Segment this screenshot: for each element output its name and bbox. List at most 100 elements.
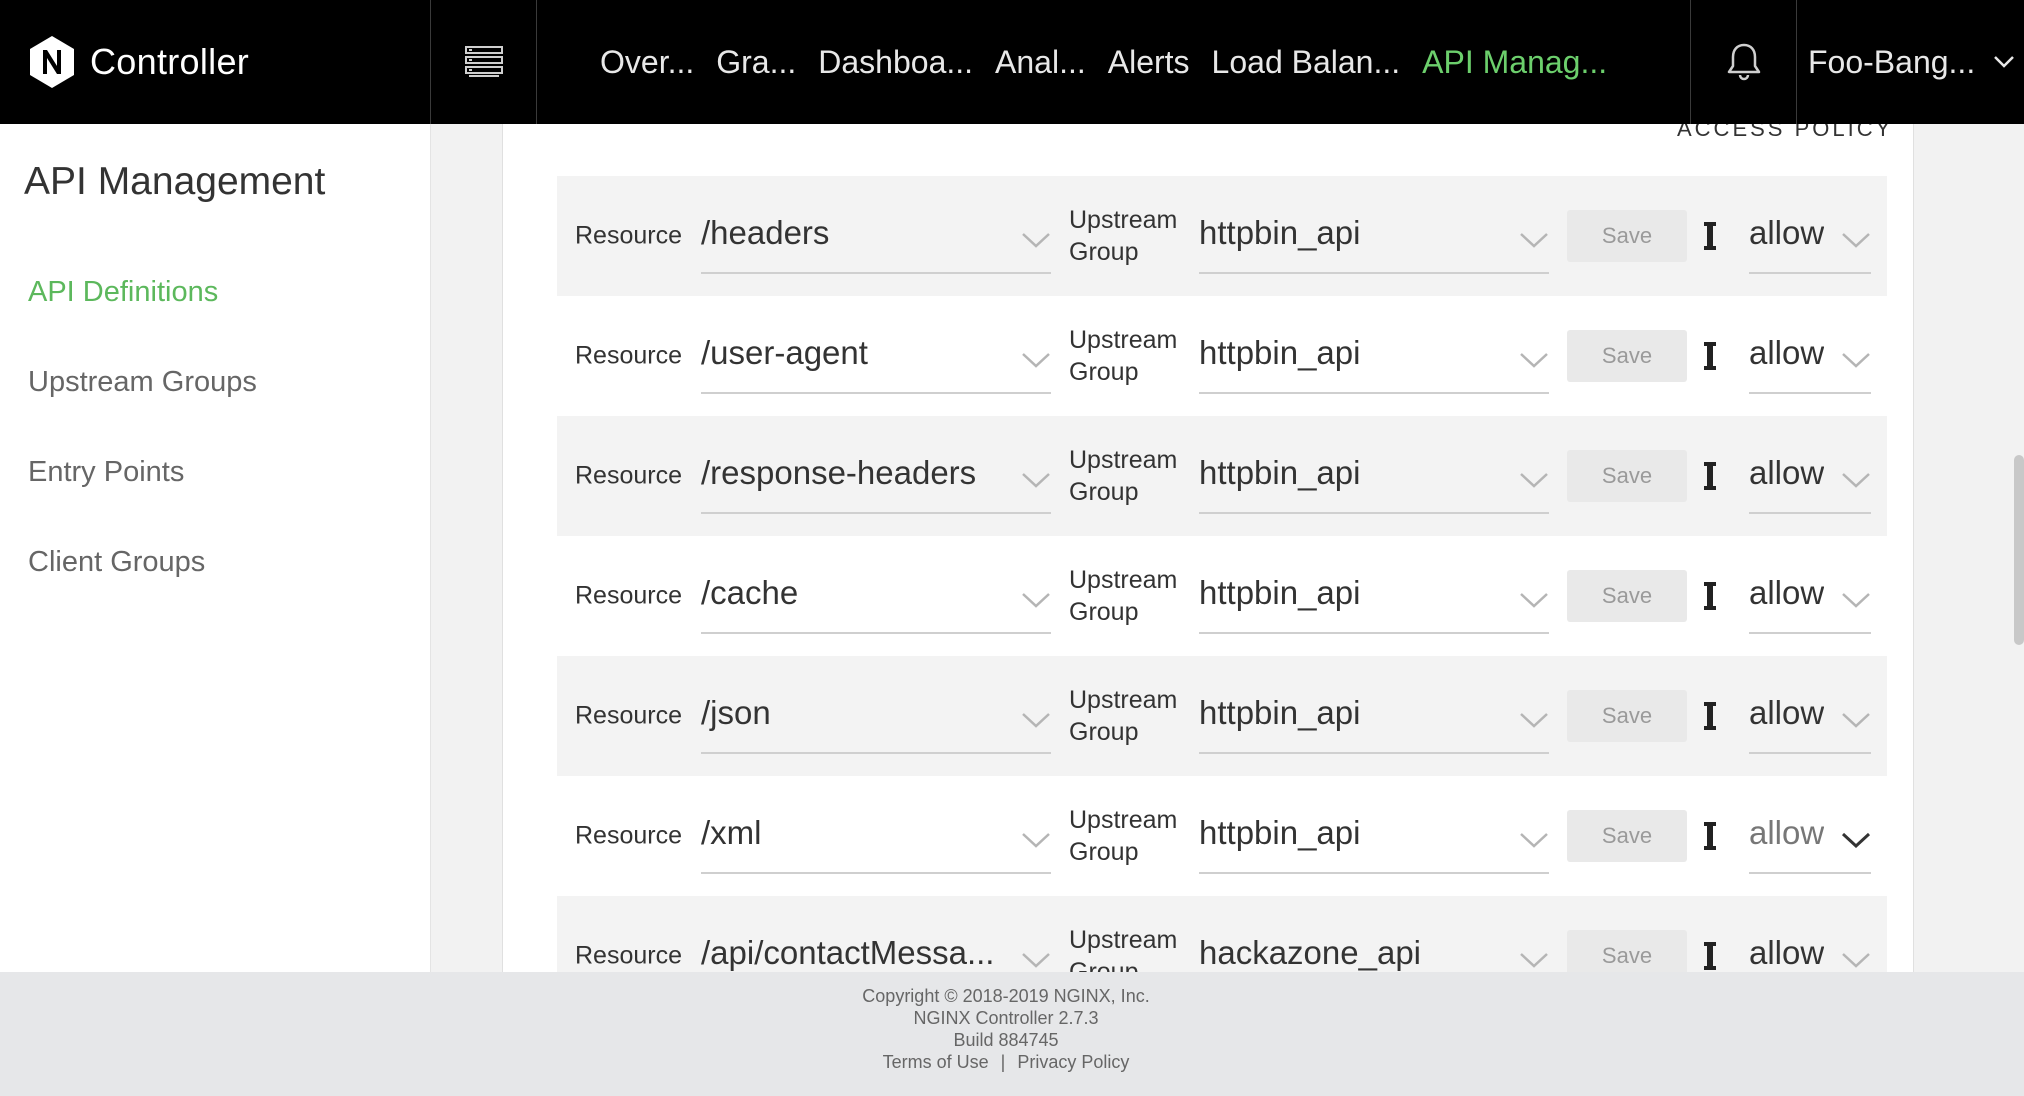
resource-value: /headers xyxy=(701,214,830,251)
route-row: Resource /headers Upstream Group httpbin_… xyxy=(557,176,1887,296)
upstream-group-select[interactable]: httpbin_api xyxy=(1199,558,1549,634)
resource-value: /json xyxy=(701,694,771,731)
nav-api-management[interactable]: API Manag... xyxy=(1422,44,1607,81)
save-button[interactable]: Save xyxy=(1567,570,1687,622)
nav-graphs[interactable]: Gra... xyxy=(716,44,796,81)
sidebar-item-upstream-groups[interactable]: Upstream Groups xyxy=(28,366,257,399)
access-policy-value: allow xyxy=(1749,934,1825,971)
resource-label: Resource xyxy=(575,701,682,730)
version-text: NGINX Controller 2.7.3 xyxy=(913,1008,1099,1028)
sidebar-item-client-groups[interactable]: Client Groups xyxy=(28,546,205,579)
drag-handle-icon[interactable] xyxy=(1703,940,1717,972)
resource-select[interactable]: /api/contactMessa... xyxy=(701,918,1051,972)
footer-separator: | xyxy=(1000,1052,1006,1072)
account-menu[interactable]: Foo-Bang... xyxy=(1808,0,2015,124)
brand-name: Controller xyxy=(90,41,250,82)
bell-icon xyxy=(1727,43,1760,81)
save-button[interactable]: Save xyxy=(1567,930,1687,972)
privacy-policy-link[interactable]: Privacy Policy xyxy=(1017,1052,1129,1072)
resource-label: Resource xyxy=(575,221,682,250)
access-policy-select[interactable]: allow xyxy=(1749,798,1871,874)
copyright-text: Copyright © 2018-2019 NGINX, Inc. xyxy=(862,986,1150,1006)
access-policy-value: allow xyxy=(1749,214,1825,251)
nav-overview[interactable]: Over... xyxy=(600,44,694,81)
nav-dashboards[interactable]: Dashboa... xyxy=(818,44,973,81)
route-row: Resource /api/contactMessa... Upstream Gr… xyxy=(557,896,1887,972)
upstream-group-select[interactable]: httpbin_api xyxy=(1199,318,1549,394)
access-policy-select[interactable]: allow xyxy=(1749,438,1871,514)
resource-label: Resource xyxy=(575,941,682,970)
access-policy-select[interactable]: allow xyxy=(1749,318,1871,394)
save-button[interactable]: Save xyxy=(1567,450,1687,502)
chevron-down-icon xyxy=(1842,473,1870,488)
scrollbar[interactable] xyxy=(2014,455,2024,645)
upstream-group-select[interactable]: httpbin_api xyxy=(1199,678,1549,754)
save-button[interactable]: Save xyxy=(1567,690,1687,742)
access-policy-value: allow xyxy=(1749,574,1825,611)
access-policy-value: allow xyxy=(1749,694,1825,731)
drag-handle-icon[interactable] xyxy=(1703,580,1717,612)
route-row: Resource /user-agent Upstream Group httpb… xyxy=(557,296,1887,416)
upstream-group-label: Upstream Group xyxy=(1069,566,1178,626)
resource-select[interactable]: /json xyxy=(701,678,1051,754)
resource-label: Resource xyxy=(575,461,682,490)
footer-links: Terms of Use | Privacy Policy xyxy=(0,1052,2012,1073)
upstream-group-label: Upstream Group xyxy=(1069,926,1178,972)
drag-handle-icon[interactable] xyxy=(1703,820,1717,852)
drag-handle-icon[interactable] xyxy=(1703,340,1717,372)
chevron-down-icon xyxy=(1520,833,1548,848)
resource-select[interactable]: /user-agent xyxy=(701,318,1051,394)
chevron-down-icon xyxy=(1841,832,1871,848)
chevron-down-icon xyxy=(1520,353,1548,368)
chevron-down-icon xyxy=(1022,353,1050,368)
upstream-group-select[interactable]: httpbin_api xyxy=(1199,438,1549,514)
nav-alerts[interactable]: Alerts xyxy=(1108,44,1190,81)
access-policy-select[interactable]: allow xyxy=(1749,918,1871,972)
sidebar-item-entry-points[interactable]: Entry Points xyxy=(28,456,184,489)
access-policy-select[interactable]: allow xyxy=(1749,198,1871,274)
chevron-down-icon xyxy=(1022,953,1050,968)
route-row: Resource /cache Upstream Group httpbin_ap… xyxy=(557,536,1887,656)
brand[interactable]: Controller xyxy=(0,0,431,124)
footer: Copyright © 2018-2019 NGINX, Inc. NGINX … xyxy=(0,972,2024,1096)
upstream-group-value: httpbin_api xyxy=(1199,334,1361,371)
save-button[interactable]: Save xyxy=(1567,330,1687,382)
access-policy-select[interactable]: allow xyxy=(1749,678,1871,754)
notifications-button[interactable] xyxy=(1690,0,1797,124)
resource-select[interactable]: /xml xyxy=(701,798,1051,874)
sidebar-item-api-definitions[interactable]: API Definitions xyxy=(28,276,218,309)
drag-handle-icon[interactable] xyxy=(1703,700,1717,732)
resource-select[interactable]: /response-headers xyxy=(701,438,1051,514)
save-button[interactable]: Save xyxy=(1567,210,1687,262)
resource-label: Resource xyxy=(575,341,682,370)
nav-load-balancer[interactable]: Load Balan... xyxy=(1212,44,1401,81)
chevron-down-icon xyxy=(1520,713,1548,728)
main-nav: Over... Gra... Dashboa... Anal... Alerts… xyxy=(600,0,1629,124)
route-row: Resource /xml Upstream Group httpbin_api … xyxy=(557,776,1887,896)
resource-value: /xml xyxy=(701,814,762,851)
access-policy-value: allow xyxy=(1749,454,1825,491)
upstream-group-label: Upstream Group xyxy=(1069,806,1178,866)
access-policy-select[interactable]: allow xyxy=(1749,558,1871,634)
resource-value: /api/contactMessa... xyxy=(701,934,995,971)
sidebar: API Management API Definitions Upstream … xyxy=(0,124,431,972)
upstream-group-select[interactable]: httpbin_api xyxy=(1199,798,1549,874)
chevron-down-icon xyxy=(1842,953,1870,968)
nav-analytics[interactable]: Anal... xyxy=(995,44,1086,81)
account-name: Foo-Bang... xyxy=(1808,43,1976,80)
access-policy-value: allow xyxy=(1749,334,1825,371)
build-text: Build 884745 xyxy=(953,1030,1059,1050)
resource-select[interactable]: /cache xyxy=(701,558,1051,634)
menu-toggle-button[interactable] xyxy=(431,0,537,124)
resource-value: /cache xyxy=(701,574,799,611)
upstream-group-select[interactable]: httpbin_api xyxy=(1199,198,1549,274)
upstream-group-select[interactable]: hackazone_api xyxy=(1199,918,1549,972)
resource-select[interactable]: /headers xyxy=(701,198,1051,274)
chevron-down-icon xyxy=(1842,233,1870,248)
upstream-group-value: httpbin_api xyxy=(1199,694,1361,731)
drag-handle-icon[interactable] xyxy=(1703,220,1717,252)
save-button[interactable]: Save xyxy=(1567,810,1687,862)
drag-handle-icon[interactable] xyxy=(1703,460,1717,492)
access-policy-value: allow xyxy=(1749,814,1825,851)
terms-of-use-link[interactable]: Terms of Use xyxy=(883,1052,989,1072)
